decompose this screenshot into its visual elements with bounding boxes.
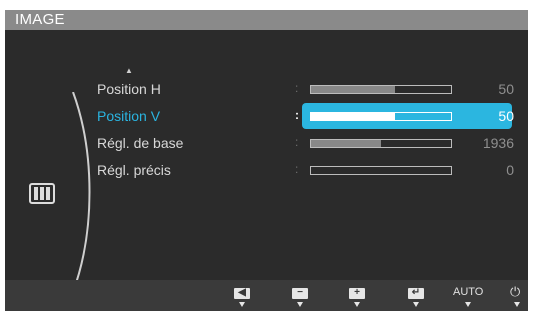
menu-item-regl-precis[interactable]: Régl. précis : 0 (5, 157, 528, 183)
slider-bar[interactable] (310, 85, 452, 94)
slider-bar[interactable] (310, 139, 452, 148)
separator: : (295, 162, 299, 176)
button-indicator (354, 302, 360, 307)
menu-panel: ▲ Position H : 50 Position V : 50 Régl. … (5, 30, 528, 292)
menu-item-position-v[interactable]: Position V : 50 (5, 103, 528, 129)
button-indicator (239, 302, 245, 307)
osd-window: IMAGE ▲ Position H : 50 Position V : 50 … (5, 10, 528, 311)
plus-icon: + (354, 287, 360, 298)
button-guide-bar: ◀ − + ↵ AUTO ⏻ (5, 280, 528, 311)
button-indicator (465, 302, 471, 307)
auto-button[interactable]: AUTO (453, 286, 483, 298)
menu-item-value: 1936 (482, 135, 514, 151)
menu-item-position-h[interactable]: Position H : 50 (5, 76, 528, 102)
separator: : (295, 81, 299, 95)
enter-button[interactable]: ↵ (408, 287, 424, 299)
menu-item-label: Régl. de base (97, 135, 184, 151)
plus-button[interactable]: + (349, 287, 365, 299)
slider-bar[interactable] (310, 112, 452, 121)
left-button[interactable]: ◀ (234, 287, 250, 299)
window-title: IMAGE (15, 11, 65, 28)
slider-fill (311, 86, 395, 93)
menu-item-label: Position H (97, 81, 161, 97)
menu-item-regl-de-base[interactable]: Régl. de base : 1936 (5, 130, 528, 156)
menu-item-label: Position V (97, 108, 161, 124)
separator: : (295, 135, 299, 149)
button-indicator (413, 302, 419, 307)
scroll-up-icon: ▲ (125, 66, 133, 75)
minus-button[interactable]: − (292, 287, 308, 299)
button-indicator (297, 302, 303, 307)
power-icon[interactable]: ⏻ (510, 284, 520, 300)
enter-icon: ↵ (411, 287, 421, 298)
menu-item-value: 50 (498, 81, 514, 97)
left-arrow-icon: ◀ (238, 287, 246, 298)
minus-icon: − (297, 287, 303, 298)
image-menu-icon (29, 183, 55, 204)
title-bar: IMAGE (5, 10, 528, 30)
menu-item-label: Régl. précis (97, 162, 171, 178)
separator: : (295, 108, 299, 122)
slider-fill (311, 140, 381, 147)
menu-item-value: 0 (506, 162, 514, 178)
slider-fill (311, 113, 395, 120)
button-indicator (514, 302, 520, 307)
slider-bar[interactable] (310, 166, 452, 175)
menu-item-value: 50 (498, 108, 514, 124)
